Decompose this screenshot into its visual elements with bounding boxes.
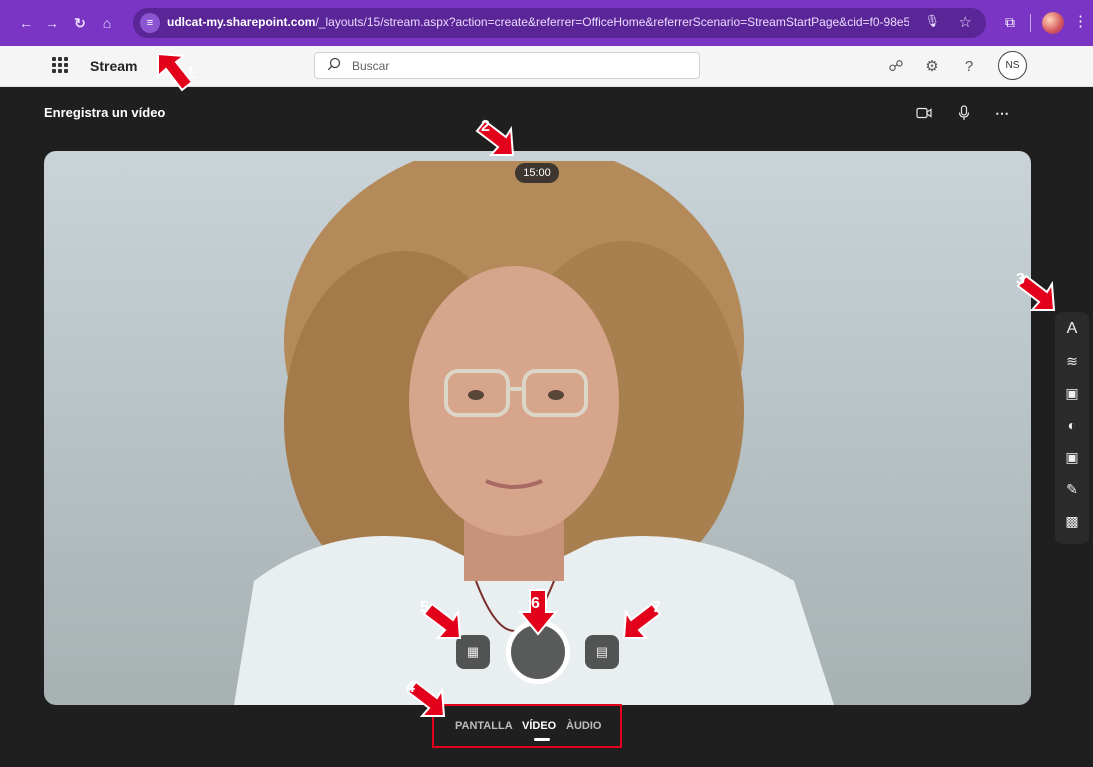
- url-text: udlcat-my.sharepoint.com/_layouts/15/str…: [167, 15, 909, 29]
- site-settings-icon[interactable]: ≡: [140, 13, 160, 33]
- callout-6-label: 6: [531, 595, 540, 612]
- callout-5: 5: [420, 599, 462, 639]
- reload-icon[interactable]: ↻: [70, 13, 90, 33]
- microphone-icon[interactable]: [953, 102, 975, 124]
- tab-audio[interactable]: ÀUDIO: [566, 720, 601, 732]
- callout-5-label: 5: [420, 599, 429, 616]
- callout-6: 6: [517, 589, 559, 636]
- more-options-icon[interactable]: ⋯: [991, 102, 1013, 124]
- toolbar-divider: [1030, 14, 1031, 32]
- search-input[interactable]: Buscar: [314, 52, 700, 79]
- browser-toolbar: ← → ↻ ⌂ ≡ udlcat-my.sharepoint.com/_layo…: [0, 0, 1093, 46]
- pen-icon[interactable]: ≋: [1055, 348, 1089, 374]
- callout-3-label: 3: [1016, 271, 1025, 288]
- search-icon: [327, 57, 341, 71]
- callout-4-label: 4: [406, 679, 415, 696]
- address-bar[interactable]: ≡ udlcat-my.sharepoint.com/_layouts/15/s…: [133, 8, 986, 38]
- active-tab-indicator: [534, 738, 550, 741]
- avatar[interactable]: NS: [998, 51, 1027, 80]
- app-launcher-icon[interactable]: [52, 57, 68, 73]
- sticker-icon[interactable]: ▣: [1055, 380, 1089, 406]
- search-placeholder: Buscar: [352, 59, 390, 73]
- callout-7-label: 7: [652, 599, 661, 616]
- frame-icon[interactable]: ▣: [1055, 444, 1089, 470]
- callout-1-label: 1: [186, 65, 195, 82]
- image-icon[interactable]: ▩: [1055, 508, 1089, 534]
- creative-tools-rail: A ≋ ▣ ◐ ▣ ✎ ▩: [1055, 312, 1089, 544]
- browser-menu-icon[interactable]: ⋮: [1073, 12, 1088, 32]
- screen: ← → ↻ ⌂ ≡ udlcat-my.sharepoint.com/_layo…: [0, 0, 1093, 767]
- callout-7: 7: [622, 599, 662, 639]
- callout-2: 2: [475, 118, 515, 156]
- text-icon[interactable]: A: [1055, 316, 1089, 342]
- page-title: Enregistra un vídeo: [44, 105, 166, 120]
- callout-1: 1: [157, 52, 195, 92]
- filter-icon[interactable]: ◐: [1055, 412, 1089, 438]
- camera-icon[interactable]: [913, 102, 935, 124]
- callout-2-label: 2: [481, 118, 490, 135]
- tab-video[interactable]: VÍDEO: [522, 720, 556, 732]
- board-icon[interactable]: ✎: [1055, 476, 1089, 502]
- capture-mode-tabs: PANTALLA VÍDEO ÀUDIO: [432, 704, 622, 748]
- forward-icon[interactable]: →: [42, 13, 62, 33]
- teleprompter-button[interactable]: ▤: [585, 635, 619, 669]
- microphone-icon[interactable]: 🎙: [925, 14, 940, 28]
- effects-icon: ▦: [466, 644, 480, 659]
- callout-4: 4: [406, 679, 446, 717]
- callout-3: 3: [1016, 271, 1056, 311]
- recording-timer: 15:00: [515, 163, 559, 183]
- extensions-icon[interactable]: ⧉: [1000, 12, 1020, 32]
- gear-icon[interactable]: ⚙: [922, 57, 942, 77]
- tab-screen[interactable]: PANTALLA: [455, 720, 513, 732]
- share-icon[interactable]: ☍: [886, 57, 906, 77]
- home-icon[interactable]: ⌂: [97, 13, 117, 33]
- help-icon[interactable]: ?: [959, 57, 979, 77]
- back-icon[interactable]: ←: [16, 13, 36, 33]
- profile-avatar[interactable]: [1042, 12, 1064, 34]
- bookmark-star-icon[interactable]: ☆: [959, 13, 972, 31]
- teleprompter-icon: ▤: [595, 644, 609, 659]
- app-name[interactable]: Stream: [90, 58, 137, 74]
- recording-stage: Enregistra un vídeo ⋯ 15:00 ▦ ▤ PANTALLA…: [0, 87, 1093, 767]
